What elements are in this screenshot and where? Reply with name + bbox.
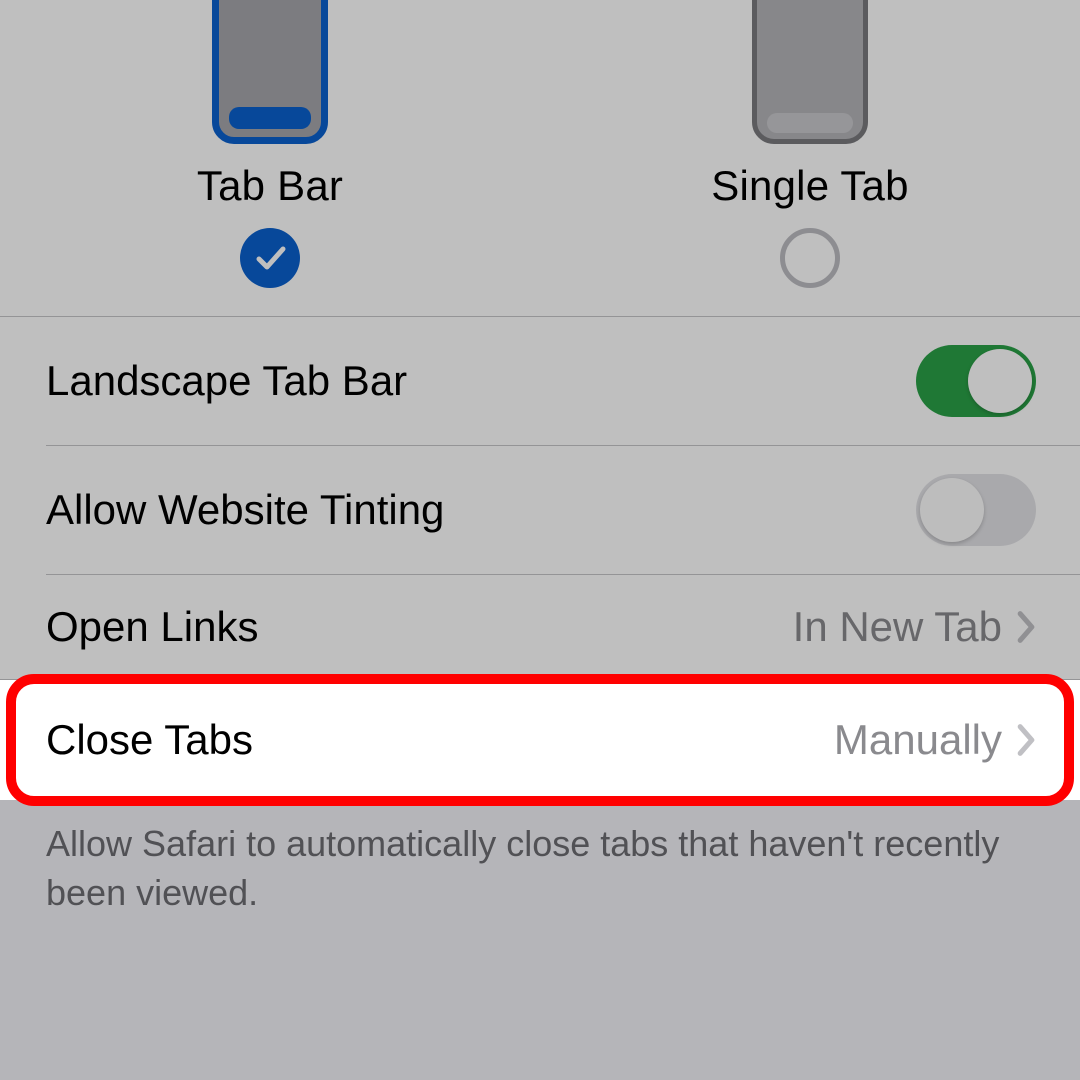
radio-selected-icon <box>240 228 300 288</box>
layout-option-single-tab[interactable]: Single Tab <box>540 0 1080 288</box>
layout-label: Tab Bar <box>197 162 343 210</box>
toggle-allow-website-tinting[interactable] <box>916 474 1036 546</box>
row-value-text: Manually <box>834 716 1002 764</box>
phone-icon <box>212 0 328 144</box>
row-label: Landscape Tab Bar <box>46 357 407 405</box>
toggle-landscape-tab-bar[interactable] <box>916 345 1036 417</box>
row-landscape-tab-bar[interactable]: Landscape Tab Bar <box>0 317 1080 445</box>
tab-layout-selector: Tab Bar Single Tab <box>0 0 1080 317</box>
row-close-tabs-highlight: Close Tabs Manually <box>0 680 1080 800</box>
layout-label: Single Tab <box>711 162 908 210</box>
chevron-right-icon <box>1016 610 1036 644</box>
row-label: Allow Website Tinting <box>46 486 444 534</box>
row-label: Close Tabs <box>46 716 253 764</box>
section-footer: Allow Safari to automatically close tabs… <box>0 800 1080 917</box>
row-allow-website-tinting[interactable]: Allow Website Tinting <box>0 446 1080 574</box>
row-label: Open Links <box>46 603 258 651</box>
row-value-text: In New Tab <box>793 603 1002 651</box>
radio-unselected-icon <box>780 228 840 288</box>
row-close-tabs[interactable]: Close Tabs Manually <box>0 680 1080 800</box>
row-value: Manually <box>834 716 1036 764</box>
chevron-right-icon <box>1016 723 1036 757</box>
layout-option-tab-bar[interactable]: Tab Bar <box>0 0 540 288</box>
row-open-links[interactable]: Open Links In New Tab <box>0 575 1080 679</box>
row-value: In New Tab <box>793 603 1036 651</box>
phone-icon <box>752 0 868 144</box>
